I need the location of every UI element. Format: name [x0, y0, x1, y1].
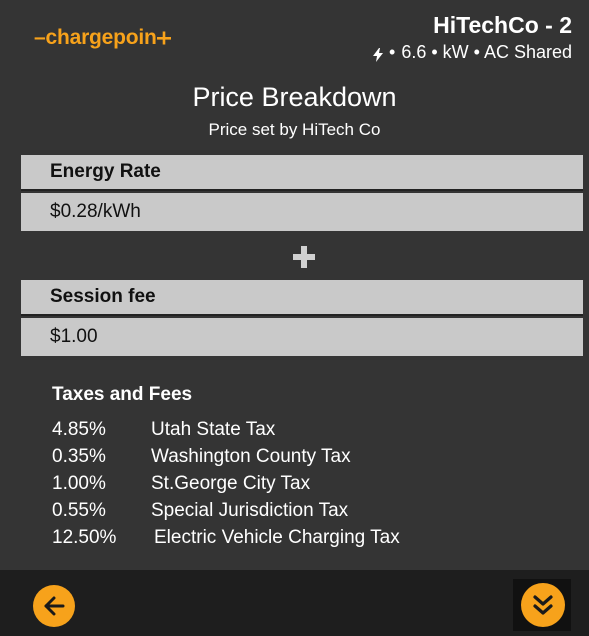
energy-rate-value: $0.28/kWh [21, 193, 583, 231]
plus-icon [293, 246, 315, 268]
session-fee-label: Session fee [21, 280, 583, 316]
tax-percent: 0.35% [52, 446, 106, 467]
arrow-left-icon [44, 596, 65, 616]
tax-percent: 0.55% [52, 500, 106, 521]
tax-row: 12.50% Electric Vehicle Charging Tax [52, 527, 400, 549]
back-button[interactable] [33, 585, 75, 627]
tax-name: St.George City Tax [151, 473, 311, 494]
page-subtitle: Price set by HiTech Co [208, 120, 381, 139]
tax-name: Washington County Tax [151, 446, 351, 467]
session-fee-value: $1.00 [21, 318, 583, 356]
logo-dash: – [34, 26, 46, 49]
logo-text: chargepoin [45, 26, 157, 49]
tax-percent: 4.85% [52, 419, 106, 440]
chargepoint-logo: –chargepoin [34, 26, 171, 50]
taxes-heading: Taxes and Fees [52, 384, 193, 405]
tax-row: 0.35% Washington County Tax [52, 446, 351, 468]
double-chevron-down-icon [533, 595, 553, 615]
scroll-down-button[interactable] [521, 583, 565, 627]
tax-name: Utah State Tax [151, 419, 276, 440]
tax-row: 4.85% Utah State Tax [52, 419, 275, 441]
lightning-bolt-icon [373, 46, 383, 62]
energy-rate-label: Energy Rate [21, 155, 583, 191]
station-specs-row: • 6.6 • kW • AC Shared [373, 42, 572, 63]
footer-bar [0, 570, 589, 636]
tax-row: 0.55% Special Jurisdiction Tax [52, 500, 348, 522]
station-specs: 6.6 • kW • AC Shared [401, 42, 572, 62]
logo-plus-mark [156, 27, 171, 45]
tax-percent: 12.50% [52, 527, 117, 548]
page-title: Price Breakdown [192, 82, 397, 112]
tax-row: 1.00% St.George City Tax [52, 473, 310, 495]
header: –chargepoin HiTechCo - 2 • 6.6 • kW • AC… [0, 0, 589, 80]
tax-name: Electric Vehicle Charging Tax [154, 527, 400, 548]
tax-percent: 1.00% [52, 473, 106, 494]
tax-name: Special Jurisdiction Tax [151, 500, 349, 521]
station-name: HiTechCo - 2 [433, 12, 572, 38]
specs-separator: • [389, 42, 396, 62]
